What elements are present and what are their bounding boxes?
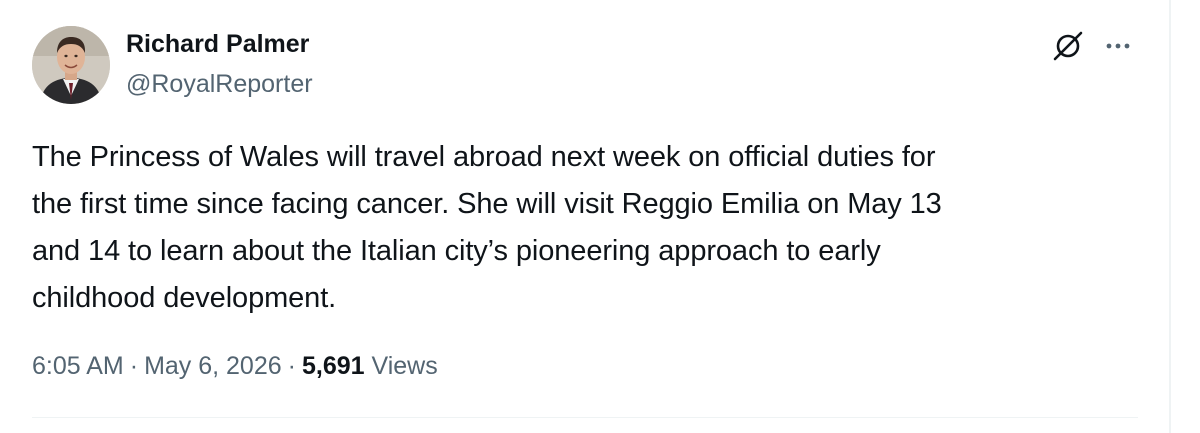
meta-separator: · bbox=[287, 352, 296, 380]
views-label: Views bbox=[371, 352, 438, 380]
tweet-text-line: childhood development. bbox=[32, 282, 337, 314]
views-count: 5,691 bbox=[301, 352, 365, 380]
slashed-circle-icon[interactable] bbox=[1050, 28, 1086, 64]
tweet-text: The Princess of Wales will travel abroad… bbox=[32, 134, 1142, 322]
author-handle[interactable]: @RoyalReporter bbox=[126, 70, 313, 99]
tweet-date[interactable]: May 6, 2026 bbox=[144, 352, 282, 380]
tweet-text-line: The Princess of Wales will travel abroad… bbox=[32, 141, 936, 173]
tweet-text-line: the first time since facing cancer. She … bbox=[32, 188, 942, 220]
meta-separator: · bbox=[129, 352, 139, 380]
avatar-image bbox=[32, 26, 110, 104]
tweet-time[interactable]: 6:05 AM bbox=[32, 352, 124, 380]
divider bbox=[32, 417, 1138, 418]
author-display-name[interactable]: Richard Palmer bbox=[126, 30, 309, 59]
avatar[interactable] bbox=[32, 26, 110, 104]
more-horizontal-icon[interactable] bbox=[1100, 30, 1136, 62]
tweet-meta: 6:05 AM · May 6, 2026 · 5,691 Views bbox=[32, 352, 438, 381]
tweet-text-line: and 14 to learn about the Italian city’s… bbox=[32, 235, 881, 267]
tweet-card: Richard Palmer @RoyalReporter The Prince… bbox=[0, 0, 1170, 433]
column-border bbox=[1169, 0, 1171, 433]
